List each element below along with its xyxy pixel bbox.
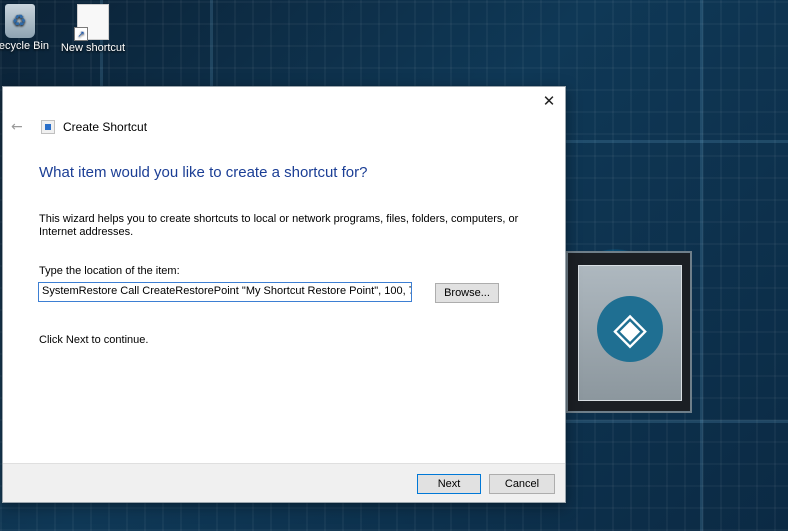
wizard-description: This wizard helps you to create shortcut… [39,213,519,238]
location-input[interactable]: SystemRestore Call CreateRestorePoint "M… [38,282,412,302]
shortcut-file-icon: ↗ [74,4,109,41]
desktop-icon-recycle-bin[interactable]: Recycle Bin [0,4,56,52]
desktop-icon-label: New shortcut [60,42,126,54]
close-button[interactable]: ✕ [533,87,565,115]
continue-hint: Click Next to continue. [39,334,149,346]
wizard-header: ← Create Shortcut [11,117,147,137]
recycle-bin-icon [5,4,35,38]
cancel-button[interactable]: Cancel [489,474,555,494]
desktop-icon-new-shortcut[interactable]: ↗ New shortcut [57,4,129,54]
create-shortcut-dialog: ✕ ← Create Shortcut What item would you … [2,86,566,503]
desktop-icon-label: Recycle Bin [0,40,50,52]
circuit-trace [564,420,788,423]
back-arrow-icon[interactable]: ← [11,119,31,135]
shortcut-wizard-icon [41,120,55,134]
circuit-trace [700,0,703,531]
shortcut-arrow-icon: ↗ [74,27,88,41]
chip-logo-icon: ◈ [597,296,663,362]
next-button[interactable]: Next [417,474,481,494]
location-label: Type the location of the item: [39,265,180,277]
dialog-footer: Next Cancel [3,463,565,502]
browse-button[interactable]: Browse... [435,283,499,303]
circuit-trace [564,140,788,143]
page-heading: What item would you like to create a sho… [39,164,368,181]
cpu-chip: ◈ [566,251,692,413]
cpu-chip-lid: ◈ [578,265,682,401]
wizard-title: Create Shortcut [63,120,148,134]
circuit-trace [210,0,213,86]
